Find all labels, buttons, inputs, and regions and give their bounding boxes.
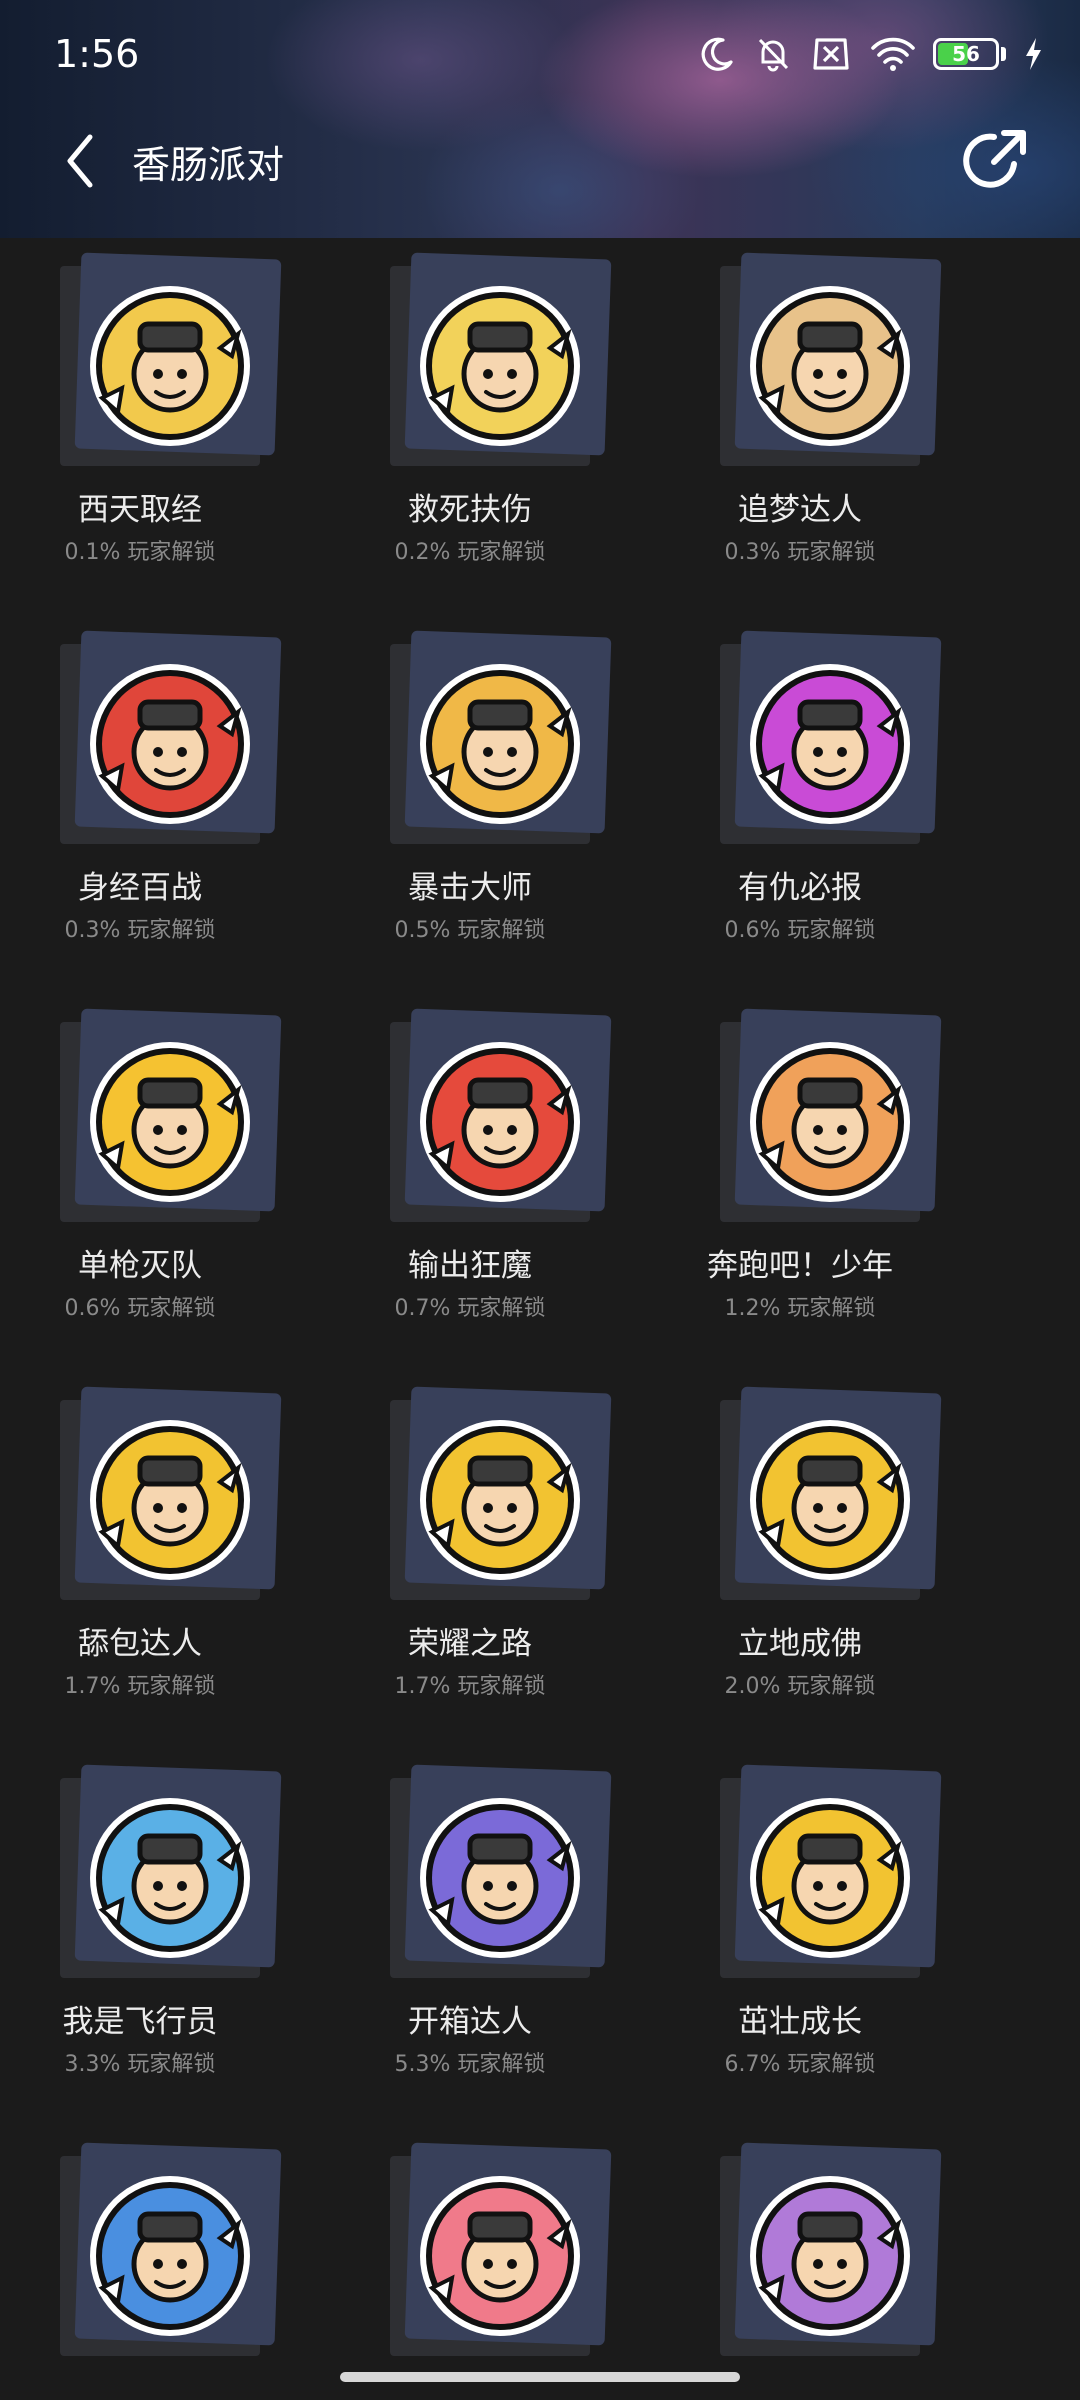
achievement-unlock-rate: 0.5% 玩家解锁 (394, 918, 546, 943)
achievement-name: 单枪灭队 (78, 1248, 202, 1284)
achievement-item[interactable]: 我是飞行员 3.3% 玩家解锁 (0, 1750, 320, 2128)
achievement-name: 有仇必报 (738, 870, 862, 906)
achievement-unlock-rate: 1.7% 玩家解锁 (394, 1674, 546, 1699)
achievement-item[interactable]: 输出狂魔 0.7% 玩家解锁 (290, 994, 650, 1372)
achievement-name: 身经百战 (78, 870, 202, 906)
achievement-unlock-rate: 0.6% 玩家解锁 (64, 1296, 216, 1321)
crate-badge-icon (412, 1790, 588, 1966)
screen: 1:56 56 香肠派对 西天取经 0.1% 玩家解锁 救死扶伤 0.2% 玩家… (0, 0, 1080, 2400)
achievement-unlock-rate: 0.1% 玩家解锁 (64, 540, 216, 565)
minigun-badge-icon (412, 1034, 588, 1210)
runner-badge-icon (742, 1034, 918, 1210)
back-button[interactable] (52, 122, 108, 200)
buddha-badge-icon (742, 1412, 918, 1588)
achievement-item[interactable]: 开箱达人 5.3% 玩家解锁 (290, 1750, 650, 2128)
calendar-badge-icon (412, 2168, 588, 2344)
achievement-unlock-rate: 6.7% 玩家解锁 (724, 2052, 876, 2077)
achievement-unlock-rate: 0.6% 玩家解锁 (724, 918, 876, 943)
achievement-item[interactable]: 舔包达人 1.7% 玩家解锁 (0, 1372, 320, 1750)
header: 1:56 56 香肠派对 (0, 0, 1080, 238)
achievement-unlock-rate: 0.3% 玩家解锁 (724, 540, 876, 565)
achievement-name: 追梦达人 (738, 492, 862, 528)
status-icons: 56 (697, 30, 1044, 78)
revenge-badge-icon (742, 656, 918, 832)
achievement-name: 舔包达人 (78, 1626, 202, 1662)
achievement-unlock-rate: 5.3% 玩家解锁 (394, 2052, 546, 2077)
pig-monk-badge-icon (82, 278, 258, 454)
achievement-item[interactable]: 荣耀之路 1.7% 玩家解锁 (290, 1372, 650, 1750)
bell-off-icon (753, 34, 793, 74)
achievement-name: 茁壮成长 (738, 2004, 862, 2040)
achievement-name: 我是飞行员 (62, 2004, 218, 2040)
achievement-unlock-rate: 1.7% 玩家解锁 (64, 1674, 216, 1699)
moon-icon (697, 34, 737, 74)
gunman-badge-icon (82, 1034, 258, 1210)
growth-badge-icon (742, 1790, 918, 1966)
battery: 56 (933, 38, 999, 70)
achievement-unlock-rate: 3.3% 玩家解锁 (64, 2052, 216, 2077)
glory-badge-icon (412, 1412, 588, 1588)
knight-badge-icon (82, 656, 258, 832)
achievement-unlock-rate: 0.2% 玩家解锁 (394, 540, 546, 565)
achievement-unlock-rate: 1.2% 玩家解锁 (724, 1296, 876, 1321)
achievement-item[interactable]: 西天取经 0.1% 玩家解锁 (0, 238, 320, 616)
medic-badge-icon (412, 278, 588, 454)
status-time: 1:56 (54, 32, 140, 76)
achievement-name: 荣耀之路 (408, 1626, 532, 1662)
royal-badge-icon (742, 2168, 918, 2344)
achievement-name: 奔跑吧！少年 (707, 1248, 893, 1284)
battery-level: 56 (952, 42, 980, 66)
achievement-item[interactable]: 救死扶伤 0.2% 玩家解锁 (290, 238, 650, 616)
achievement-name: 立地成佛 (738, 1626, 862, 1662)
achievement-name: 暴击大师 (408, 870, 532, 906)
critical-hit-badge-icon (412, 656, 588, 832)
achievement-item[interactable] (0, 2128, 320, 2400)
battery-tip (1001, 47, 1006, 61)
home-indicator[interactable] (340, 2372, 740, 2382)
achievement-item[interactable]: 有仇必报 0.6% 玩家解锁 (620, 616, 980, 994)
social-badge-icon (82, 2168, 258, 2344)
pilot-badge-icon (82, 1790, 258, 1966)
achievement-item[interactable]: 身经百战 0.3% 玩家解锁 (0, 616, 320, 994)
share-button[interactable] (960, 126, 1030, 196)
achievement-grid: 西天取经 0.1% 玩家解锁 救死扶伤 0.2% 玩家解锁 追梦达人 0.3% 玩家解锁身… (0, 238, 1080, 2400)
page-title: 香肠派对 (132, 143, 285, 187)
achievement-unlock-rate: 2.0% 玩家解锁 (724, 1674, 876, 1699)
wifi-icon (869, 34, 917, 74)
loot-badge-icon (82, 1412, 258, 1588)
achievement-item[interactable]: 奔跑吧！少年 1.2% 玩家解锁 (620, 994, 980, 1372)
battery-icon: 56 (933, 38, 1006, 70)
achievement-item[interactable]: 立地成佛 2.0% 玩家解锁 (620, 1372, 980, 1750)
share-icon (963, 130, 1026, 188)
achievement-item[interactable]: 单枪灭队 0.6% 玩家解锁 (0, 994, 320, 1372)
achievement-item[interactable]: 茁壮成长 6.7% 玩家解锁 (620, 1750, 980, 2128)
achievement-name: 开箱达人 (408, 2004, 532, 2040)
map-badge-icon (742, 278, 918, 454)
achievement-item[interactable]: 暴击大师 0.5% 玩家解锁 (290, 616, 650, 994)
achievement-item[interactable] (620, 2128, 980, 2400)
achievement-unlock-rate: 0.7% 玩家解锁 (394, 1296, 546, 1321)
achievement-name: 救死扶伤 (408, 492, 532, 528)
achievement-name: 西天取经 (78, 492, 202, 528)
sim-x-icon (809, 34, 853, 74)
achievement-item[interactable]: 追梦达人 0.3% 玩家解锁 (620, 238, 980, 616)
achievement-unlock-rate: 0.3% 玩家解锁 (64, 918, 216, 943)
chevron-left-icon (67, 134, 93, 188)
charging-bolt-icon (1022, 34, 1044, 74)
achievement-name: 输出狂魔 (408, 1248, 532, 1284)
achievement-item[interactable] (290, 2128, 650, 2400)
